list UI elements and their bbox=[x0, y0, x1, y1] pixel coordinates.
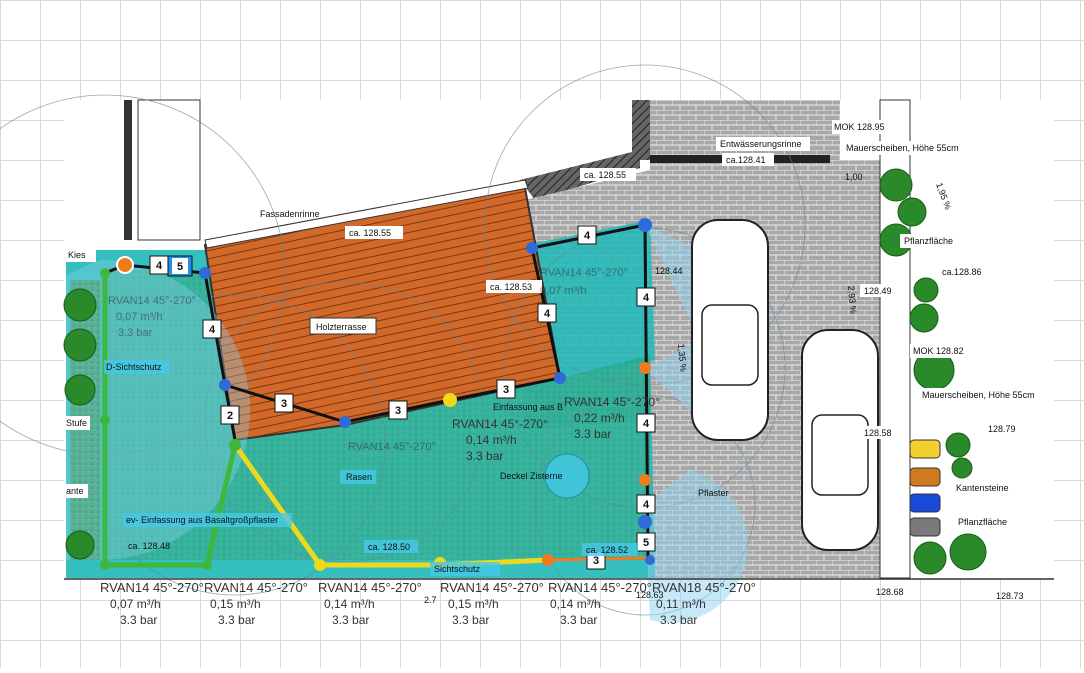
plan-canvas[interactable]: 4 5 4 2 3 3 3 4 4 4 4 4 5 3 Fassadenrinn… bbox=[0, 0, 1084, 668]
label-holzterrasse: Holzterrasse bbox=[316, 322, 367, 332]
nozzle-pressure: 3.3 bar bbox=[218, 613, 255, 627]
nozzle-pressure: 3.3 bar bbox=[660, 613, 697, 627]
label-pflanzflaeche-bottom: Pflanzfläche bbox=[958, 517, 1007, 527]
segment-label: 4 bbox=[643, 499, 650, 511]
height-label: ca.128.86 bbox=[942, 267, 982, 277]
nozzle-flow: 0,07 m³/h bbox=[110, 597, 161, 611]
height-label: 128.44 bbox=[655, 266, 683, 276]
nozzle-name: RVAN14 45°-270° bbox=[548, 580, 652, 595]
car-top bbox=[691, 219, 769, 441]
inner-nozzle-flow: 0,22 m³/h bbox=[574, 411, 625, 425]
label-sichtschutz-left: D-Sichtschutz bbox=[106, 362, 162, 372]
inner-nozzle-name: RVAN14 45°-270° bbox=[564, 395, 660, 409]
label-kantensteine: Kantensteine bbox=[956, 483, 1009, 493]
inner-nozzle-pressure: 3.3 bar bbox=[466, 449, 503, 463]
segment-label: 2 bbox=[227, 410, 233, 422]
inner-nozzle-name: RVAN14 45°-270° bbox=[348, 441, 436, 453]
segment-label: 4 bbox=[643, 292, 650, 304]
inner-nozzle-name: RVAN14 45°-270° bbox=[452, 417, 548, 431]
label-einfassung-basalt: ev- Einfassung aus Basaltgroßpflaster bbox=[126, 515, 278, 525]
inner-nozzle-flow: 0,07 m³/h bbox=[116, 311, 162, 323]
label-mass-27: 2.7 bbox=[424, 595, 437, 605]
nozzle-pressure: 3.3 bar bbox=[332, 613, 369, 627]
segment-label: 4 bbox=[544, 308, 551, 320]
garden-plan-drawing[interactable]: 4 5 4 2 3 3 3 4 4 4 4 4 5 3 Fassadenrinn… bbox=[0, 0, 1084, 668]
height-label: ca.128.41 bbox=[726, 155, 766, 165]
label-sichtschutz-bottom: Sichtschutz bbox=[434, 564, 481, 574]
label-fassadenrinne: Fassadenrinne bbox=[260, 209, 320, 219]
nozzle-flow: 0,15 m³/h bbox=[448, 597, 499, 611]
nozzle-flow: 0,15 m³/h bbox=[210, 597, 261, 611]
height-label: 128.49 bbox=[864, 286, 892, 296]
nozzle-name: RVAN14 45°-270° bbox=[204, 580, 308, 595]
nozzle-flow: 0,14 m³/h bbox=[324, 597, 375, 611]
height-label: ca. 128.50 bbox=[368, 542, 410, 552]
car-bottom bbox=[801, 329, 879, 551]
segment-label: 4 bbox=[584, 230, 591, 242]
label-einfassung-mid: Einfassung aus B bbox=[493, 402, 563, 412]
label-entwaesserungsrinne: Entwässerungsrinne bbox=[720, 139, 802, 149]
height-label: ca. 128.48 bbox=[128, 541, 170, 551]
label-deckel-zisterne: Deckel Zisterne bbox=[500, 471, 563, 481]
height-label: 128.73 bbox=[996, 591, 1024, 601]
inner-nozzle-pressure: 3.3 bar bbox=[118, 327, 153, 339]
label-kies: Kies bbox=[68, 250, 86, 260]
inner-nozzle-flow: 0,07 m³/h bbox=[540, 285, 586, 297]
inner-nozzle-name: RVAN14 45°-270° bbox=[108, 295, 196, 307]
nozzle-pressure: 3.3 bar bbox=[452, 613, 489, 627]
segment-label: 3 bbox=[503, 384, 509, 396]
nozzle-pressure: 3.3 bar bbox=[560, 613, 597, 627]
inner-nozzle-flow: 0,14 m³/h bbox=[466, 433, 517, 447]
label-mok-mid: MOK 128.82 bbox=[913, 346, 964, 356]
label-mass-100: 1,00 bbox=[845, 172, 863, 182]
height-label: 128.58 bbox=[864, 428, 892, 438]
nozzle-pressure: 3.3 bar bbox=[120, 613, 157, 627]
label-pflaster: Pflaster bbox=[698, 488, 729, 498]
nozzle-name: RVAN14 45°-270° bbox=[440, 580, 544, 595]
label-mauerscheiben-top: Mauerscheiben, Höhe 55cm bbox=[846, 143, 959, 153]
segment-label: 3 bbox=[593, 555, 599, 567]
label-kante: ante bbox=[66, 486, 84, 496]
inner-nozzle-pressure: 3.3 bar bbox=[574, 427, 611, 441]
label-pflanzflaeche-top: Pflanzfläche bbox=[904, 236, 953, 246]
label-stufe: Stufe bbox=[66, 418, 87, 428]
segment-label: 5 bbox=[643, 537, 649, 549]
inner-nozzle-name: RVAN14 45°-270° bbox=[540, 267, 628, 279]
segment-label: 5 bbox=[177, 261, 183, 273]
height-label: ca. 128.55 bbox=[584, 170, 626, 180]
building-wall bbox=[124, 100, 132, 240]
height-label: ca. 128.52 bbox=[586, 545, 628, 555]
nozzle-flow: 0,11 m³/h bbox=[656, 597, 706, 611]
nozzle-name: RVAN14 45°-270° bbox=[100, 580, 204, 595]
height-label: 128.79 bbox=[988, 424, 1016, 434]
segment-label: 3 bbox=[395, 405, 401, 417]
nozzle-flow: 0,14 m³/h bbox=[550, 597, 601, 611]
label-mauerscheiben-mid: Mauerscheiben, Höhe 55cm bbox=[922, 390, 1035, 400]
label-rasen: Rasen bbox=[346, 472, 372, 482]
height-label: ca. 128.55 bbox=[349, 228, 391, 238]
segment-label: 4 bbox=[209, 324, 216, 336]
height-label: ca. 128.53 bbox=[490, 282, 532, 292]
segment-label: 3 bbox=[281, 398, 287, 410]
nozzle-name: RVAN18 45°-270° bbox=[652, 580, 756, 595]
label-mok-top: MOK 128.95 bbox=[834, 122, 885, 132]
segment-label: 4 bbox=[643, 418, 650, 430]
nozzle-name: RVAN14 45°-270° bbox=[318, 580, 422, 595]
height-label: 128.68 bbox=[876, 587, 904, 597]
segment-label: 4 bbox=[156, 260, 163, 272]
